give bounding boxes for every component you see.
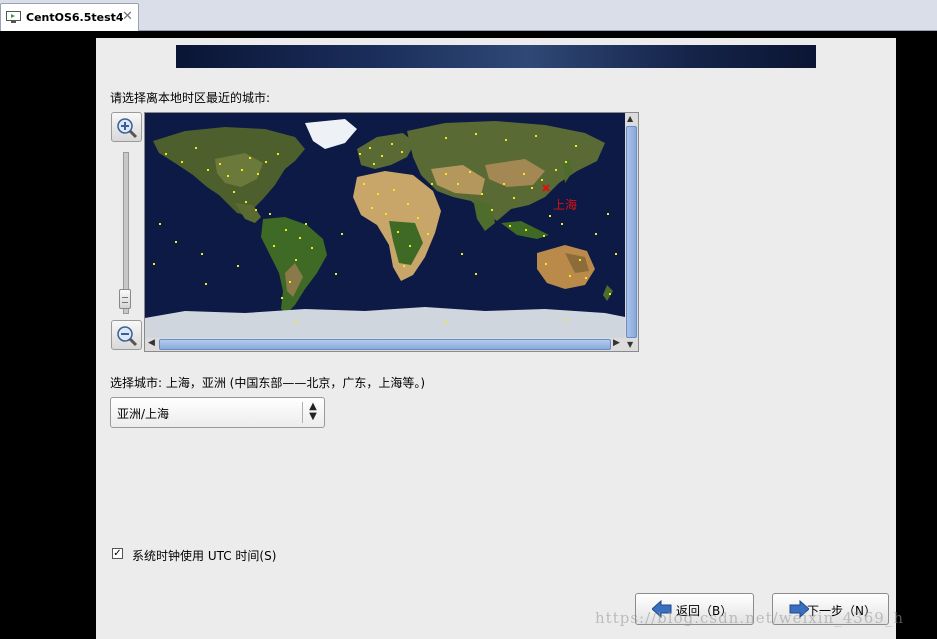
- zoom-slider-handle[interactable]: [119, 289, 131, 309]
- header-banner: [176, 45, 816, 68]
- tab-title: CentOS6.5test4: [26, 11, 124, 24]
- tab-bar: CentOS6.5test4 ✕: [0, 0, 937, 31]
- timezone-map[interactable]: 上海 ▲ ▼ ◀ ▶: [144, 112, 639, 352]
- scroll-left-icon[interactable]: ◀: [148, 338, 155, 348]
- close-icon[interactable]: ✕: [122, 9, 133, 24]
- combo-separator: [302, 402, 303, 423]
- zoom-out-icon: [117, 326, 138, 347]
- world-map[interactable]: 上海: [145, 113, 625, 338]
- timezone-select-value: 亚洲/上海: [117, 407, 170, 421]
- zoom-in-icon: [117, 118, 138, 139]
- utc-checkbox[interactable]: ✓: [112, 548, 123, 559]
- selected-city-map-label: 上海: [553, 197, 577, 212]
- timezone-select[interactable]: 亚洲/上海 ▲ ▼: [110, 397, 325, 428]
- map-horizontal-scrollbar[interactable]: ◀ ▶: [145, 338, 625, 351]
- selected-city-description: 选择城市: 上海，亚洲 (中国东部——北京，广东，上海等。): [110, 376, 426, 390]
- zoom-in-button[interactable]: [111, 112, 142, 142]
- installer-panel: 请选择离本地时区最近的城市: 上海 ▲ ▼ ◀ ▶ 选择城市: 上海，亚洲 (中…: [96, 38, 896, 639]
- tab-centos-vm[interactable]: CentOS6.5test4 ✕: [0, 3, 139, 31]
- timezone-instruction: 请选择离本地时区最近的城市:: [110, 91, 271, 105]
- map-vertical-scrollbar[interactable]: ▲ ▼: [625, 113, 638, 351]
- updown-chevron-icon: ▲ ▼: [309, 401, 317, 422]
- zoom-out-button[interactable]: [111, 320, 142, 350]
- scroll-up-icon[interactable]: ▲: [627, 114, 633, 123]
- watermark-text: https://blog.csdn.net/weixin_4369_h: [595, 609, 904, 627]
- vm-icon: [6, 11, 21, 23]
- scroll-right-icon[interactable]: ▶: [613, 338, 620, 348]
- scroll-down-icon[interactable]: ▼: [627, 340, 633, 349]
- vertical-scroll-thumb[interactable]: [626, 126, 637, 338]
- horizontal-scroll-thumb[interactable]: [159, 339, 611, 350]
- utc-checkbox-label[interactable]: 系统时钟使用 UTC 时间(S): [132, 547, 276, 564]
